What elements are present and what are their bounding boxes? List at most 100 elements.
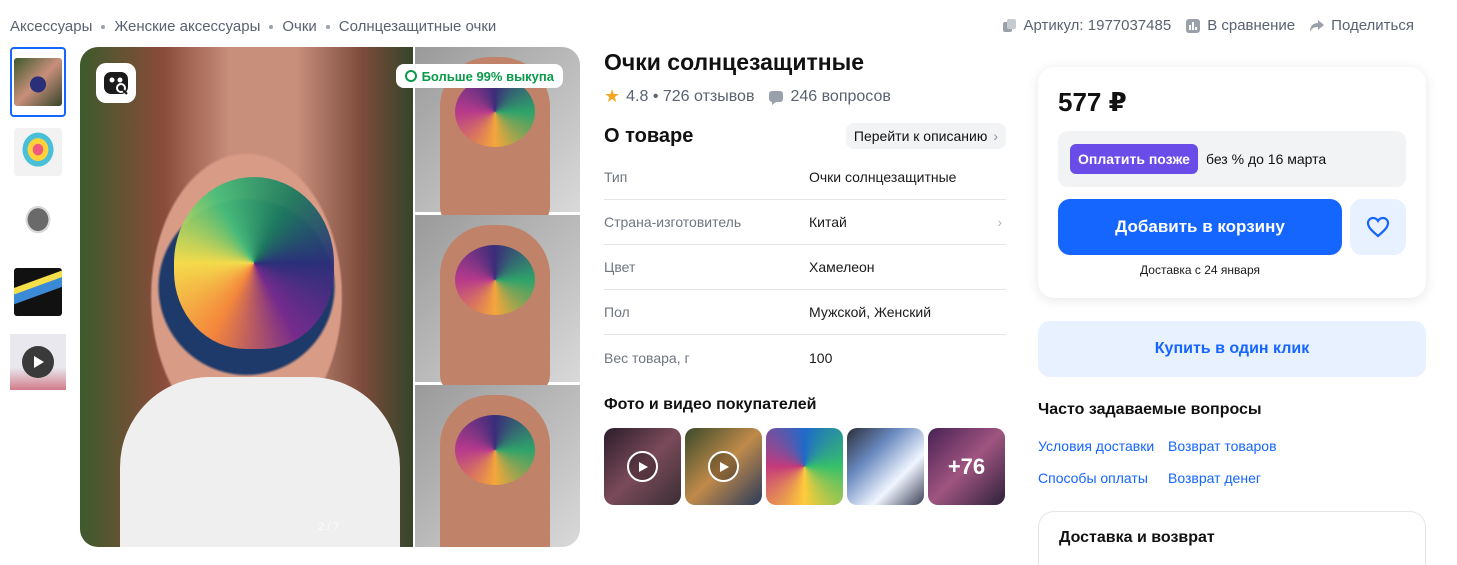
delivery-return-card[interactable]: Доставка и возврат [1038, 511, 1426, 565]
spec-value: 100 [809, 349, 833, 366]
play-icon [708, 451, 739, 482]
spec-key: Цвет [604, 259, 636, 275]
copy-icon [1002, 18, 1016, 32]
heart-icon [1366, 216, 1390, 238]
product-image-thumb [14, 268, 62, 316]
about-header: О товаре Перейти к описанию › [604, 123, 1006, 149]
spec-key: Страна-изготовитель [604, 214, 742, 230]
product-gallery[interactable]: Больше 99% выкупа 2 / 7 [80, 47, 580, 547]
buy-one-click-button[interactable]: Купить в один клик [1038, 321, 1426, 377]
product-image-thumb [14, 128, 62, 176]
breadcrumb-item[interactable]: Солнцезащитные очки [339, 18, 496, 35]
delivery-return-title: Доставка и возврат [1059, 529, 1215, 546]
spec-row: Тип Очки солнцезащитные [604, 155, 1006, 200]
thumbnail-video[interactable] [10, 327, 66, 397]
star-icon: ★ [604, 86, 621, 106]
image-detail [455, 245, 535, 315]
more-count: +76 [928, 428, 1005, 505]
image-search-icon [104, 72, 128, 95]
customer-video[interactable] [685, 428, 762, 505]
spec-value: Хамелеон [809, 259, 875, 275]
spec-table: Тип Очки солнцезащитные Страна-изготовит… [604, 155, 1006, 380]
pay-later-banner[interactable]: Оплатить позже без % до 16 марта [1058, 131, 1406, 187]
image-detail [455, 415, 535, 485]
spec-key: Пол [604, 304, 630, 320]
product-title: Очки солнцезащитные [604, 49, 865, 75]
chevron-right-icon: › [993, 128, 998, 144]
share-button[interactable]: Поделиться [1309, 17, 1414, 34]
faq-link-delivery[interactable]: Условия доставки [1038, 437, 1168, 455]
breadcrumb-separator [101, 24, 106, 29]
image-search-button[interactable] [96, 63, 136, 103]
spec-value: Очки солнцезащитные [809, 169, 957, 185]
spec-row: Пол Мужской, Женский [604, 290, 1006, 335]
buy-card: 577 ₽ Оплатить позже без % до 16 марта Д… [1038, 67, 1426, 298]
top-actions: Артикул: 1977037485 В сравнение Поделить… [1002, 17, 1414, 34]
delivery-date: Доставка с 24 января [1140, 263, 1260, 277]
faq-link-payment[interactable]: Способы оплаты [1038, 469, 1168, 487]
spec-key: Тип [604, 169, 628, 185]
gallery-side-image[interactable] [415, 215, 580, 395]
buyout-badge-label: Больше 99% выкупа [421, 68, 554, 84]
gallery-side-image[interactable] [415, 385, 580, 547]
questions-link[interactable]: 246 вопросов [790, 88, 890, 106]
chevron-right-icon: › [997, 214, 1002, 230]
breadcrumb: Аксессуары Женские аксессуары Очки Солнц… [10, 18, 496, 35]
article-label: Артикул: 1977037485 [1023, 17, 1172, 34]
pay-later-tag: Оплатить позже [1070, 144, 1198, 174]
breadcrumb-item[interactable]: Аксессуары [10, 18, 92, 35]
customer-photos: +76 [604, 428, 1006, 505]
breadcrumb-separator [325, 24, 330, 29]
thumbnail-list [10, 47, 66, 397]
play-icon [627, 451, 658, 482]
customer-photo[interactable] [847, 428, 924, 505]
product-image-thumb [14, 198, 62, 246]
question-icon [769, 90, 784, 105]
add-to-cart-button[interactable]: Добавить в корзину [1058, 199, 1342, 255]
faq-title: Часто задаваемые вопросы [1038, 401, 1262, 418]
thumbnail-2[interactable] [10, 117, 66, 187]
spec-row: Цвет Хамелеон [604, 245, 1006, 290]
compare-button[interactable]: В сравнение [1185, 17, 1295, 34]
faq-link-returns[interactable]: Возврат товаров [1168, 437, 1328, 455]
check-circle-icon [404, 70, 417, 82]
thumbnail-1[interactable] [10, 47, 66, 117]
product-info: Очки солнцезащитные ★ 4.8 • 726 отзывов … [604, 47, 1006, 505]
favorite-button[interactable] [1350, 199, 1406, 255]
customer-photos-more[interactable]: +76 [928, 428, 1005, 505]
compare-icon [1186, 18, 1201, 33]
breadcrumb-item[interactable]: Очки [282, 18, 316, 35]
faq-link-refund[interactable]: Возврат денег [1168, 469, 1328, 487]
rating-reviews-link[interactable]: 4.8 • 726 отзывов [626, 88, 754, 106]
spec-value: Мужской, Женский [809, 304, 932, 320]
buyout-badge: Больше 99% выкупа [395, 64, 563, 88]
customer-photos-title: Фото и видео покупателей [604, 396, 817, 413]
rating-row: ★ 4.8 • 726 отзывов 246 вопросов [604, 86, 1006, 107]
faq-links: Условия доставки Возврат товаров Способы… [1038, 437, 1338, 487]
spec-key: Вес товара, г [604, 349, 690, 366]
share-label: Поделиться [1331, 17, 1414, 34]
thumbnail-3[interactable] [10, 187, 66, 257]
about-title: О товаре [604, 124, 694, 147]
customer-video[interactable] [604, 428, 681, 505]
product-image-thumb [14, 58, 62, 106]
pay-later-text: без % до 16 марта [1205, 151, 1327, 167]
article-copy[interactable]: Артикул: 1977037485 [1002, 17, 1172, 34]
play-icon [22, 346, 54, 378]
spec-row[interactable]: Страна-изготовитель Китай › [604, 200, 1006, 245]
spec-value: Китай [809, 214, 847, 230]
goto-description-button[interactable]: Перейти к описанию › [845, 123, 1006, 149]
image-detail [174, 177, 334, 349]
breadcrumb-separator [269, 24, 274, 29]
spec-row: Вес товара, г 100 [604, 335, 1006, 380]
video-thumb [10, 334, 66, 390]
customer-photo[interactable] [766, 428, 843, 505]
price: 577 ₽ [1058, 87, 1127, 117]
breadcrumb-item[interactable]: Женские аксессуары [114, 18, 260, 35]
main-product-image[interactable] [80, 47, 413, 547]
thumbnail-4[interactable] [10, 257, 66, 327]
goto-description-label: Перейти к описанию [853, 128, 988, 144]
image-counter: 2 / 7 [318, 521, 340, 533]
image-detail [120, 377, 400, 547]
compare-label: В сравнение [1207, 17, 1296, 34]
